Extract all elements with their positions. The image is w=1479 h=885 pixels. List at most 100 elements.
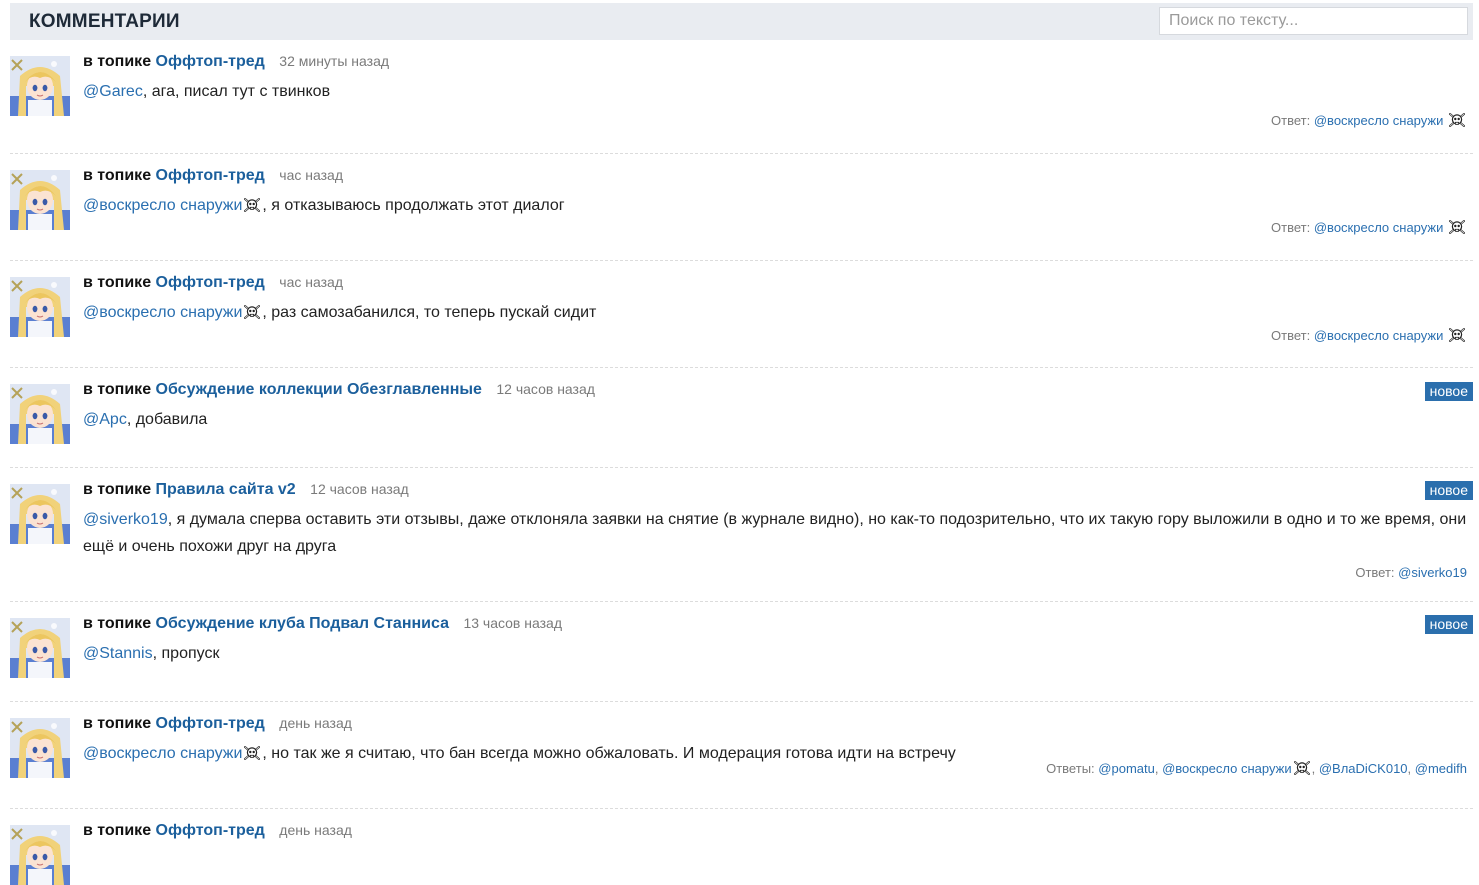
reply-label: Ответ: xyxy=(1271,113,1311,128)
reply-link[interactable]: @воскресло снаружи xyxy=(1314,113,1444,128)
new-badge: новое xyxy=(1424,481,1473,500)
user-mention[interactable]: @воскресло снаружи xyxy=(83,304,242,321)
user-mention[interactable]: @Garec xyxy=(83,83,143,100)
avatar[interactable] xyxy=(10,384,70,444)
skull-icon xyxy=(244,302,261,329)
in-topic-label: в топике xyxy=(83,481,152,498)
reply-link[interactable]: @ВлаDiCK010 xyxy=(1319,761,1408,776)
reply-label: Ответ: xyxy=(1271,328,1311,343)
comment-text: @Арс, добавила xyxy=(83,406,1469,433)
comment-item: в топике Обсуждение коллекции Обезглавле… xyxy=(10,368,1473,468)
comment-text-body: , но так же я считаю, что бан всегда мож… xyxy=(262,745,956,762)
comment-item: в топике Оффтоп-тред 32 минуты назад @Ga… xyxy=(10,40,1473,154)
topic-link[interactable]: Оффтоп-тред xyxy=(156,53,265,70)
avatar[interactable] xyxy=(10,277,70,337)
comment-text-body: , я думала сперва оставить эти отзывы, д… xyxy=(83,511,1467,555)
comment-header: в топике Оффтоп-тред день назад xyxy=(83,822,352,840)
topic-link[interactable]: Оффтоп-тред xyxy=(156,274,265,291)
replies: Ответ: @воскресло снаружи xyxy=(1271,327,1467,346)
reply-label: Ответ: xyxy=(1355,565,1395,580)
comment-text-body: , я отказываюсь продолжать этот диалог xyxy=(262,197,565,214)
comment-item: в топике Обсуждение клуба Подвал Станнис… xyxy=(10,602,1473,702)
user-mention[interactable]: @воскресло снаружи xyxy=(83,197,242,214)
comment-text-body: , пропуск xyxy=(152,645,220,662)
new-badge: новое xyxy=(1424,382,1473,401)
comment-text: @воскресло снаружи , я отказываюсь продо… xyxy=(83,192,1469,222)
reply-label: Ответ: xyxy=(1271,220,1311,235)
skull-icon xyxy=(1293,760,1310,779)
replies: Ответ: @воскресло снаружи xyxy=(1271,219,1467,238)
in-topic-label: в топике xyxy=(83,822,152,839)
in-topic-label: в топике xyxy=(83,715,152,732)
avatar[interactable] xyxy=(10,825,70,885)
skull-icon xyxy=(244,195,261,222)
comment-header: в топике Оффтоп-тред день назад xyxy=(83,715,352,733)
comment-item: в топике Правила сайта v2 12 часов назад… xyxy=(10,468,1473,602)
skull-icon xyxy=(1449,327,1465,346)
comment-text-body: , ага, писал тут с твинков xyxy=(142,83,331,100)
avatar[interactable] xyxy=(10,618,70,678)
reply-link[interactable]: @pomatu xyxy=(1098,761,1155,776)
comments-header: КОММЕНТАРИИ xyxy=(10,3,1473,40)
replies: Ответы: @pomatu, @воскресло снаружи , @В… xyxy=(1046,760,1467,779)
comment-list: в топике Оффтоп-тред 32 минуты назад @Ga… xyxy=(10,40,1473,885)
topic-link[interactable]: Обсуждение коллекции Обезглавленные xyxy=(156,381,482,398)
reply-link[interactable]: @medifh xyxy=(1415,761,1467,776)
page-title: КОММЕНТАРИИ xyxy=(29,11,180,32)
comment-time[interactable]: час назад xyxy=(279,167,343,183)
comment-item: в топике Оффтоп-тред день назад @воскрес… xyxy=(10,702,1473,809)
reply-label: Ответы: xyxy=(1046,761,1095,776)
comment-header: в топике Обсуждение клуба Подвал Станнис… xyxy=(83,615,562,633)
comment-time[interactable]: 13 часов назад xyxy=(463,615,562,631)
comment-text-body: , раз самозабанился, то теперь пускай си… xyxy=(262,304,597,321)
avatar[interactable] xyxy=(10,170,70,230)
user-mention[interactable]: @Stannis xyxy=(83,645,153,662)
comment-text-body: , добавила xyxy=(126,411,208,428)
comment-time[interactable]: 12 часов назад xyxy=(310,481,409,497)
reply-link[interactable]: @воскресло снаружи xyxy=(1314,328,1444,343)
comment-time[interactable]: день назад xyxy=(279,822,352,838)
new-badge: новое xyxy=(1424,615,1473,634)
avatar[interactable] xyxy=(10,484,70,544)
replies: Ответ: @воскресло снаружи xyxy=(1271,112,1467,131)
user-mention[interactable]: @Арс xyxy=(83,411,127,428)
search-input[interactable] xyxy=(1159,7,1468,35)
comment-text: @воскресло снаружи , раз самозабанился, … xyxy=(83,299,1469,329)
comment-header: в топике Оффтоп-тред час назад xyxy=(83,274,343,292)
skull-icon xyxy=(244,743,261,770)
user-mention[interactable]: @siverko19 xyxy=(83,511,168,528)
comment-text: @Stannis, пропуск xyxy=(83,640,1469,667)
avatar[interactable] xyxy=(10,56,70,116)
in-topic-label: в топике xyxy=(83,274,152,291)
in-topic-label: в топике xyxy=(83,167,152,184)
comment-item: в топике Оффтоп-тред час назад @воскресл… xyxy=(10,154,1473,261)
user-mention[interactable]: @воскресло снаружи xyxy=(83,745,242,762)
comment-item: в топике Оффтоп-тред час назад @воскресл… xyxy=(10,261,1473,368)
topic-link[interactable]: Оффтоп-тред xyxy=(156,822,265,839)
replies: Ответ: @siverko19 xyxy=(1355,565,1467,580)
comment-header: в топике Правила сайта v2 12 часов назад xyxy=(83,481,409,499)
in-topic-label: в топике xyxy=(83,381,152,398)
comment-header: в топике Оффтоп-тред час назад xyxy=(83,167,343,185)
comment-header: в топике Оффтоп-тред 32 минуты назад xyxy=(83,53,389,71)
in-topic-label: в топике xyxy=(83,53,152,70)
comment-time[interactable]: час назад xyxy=(279,274,343,290)
comment-text: @Garec, ага, писал тут с твинков xyxy=(83,78,1469,105)
topic-link[interactable]: Оффтоп-тред xyxy=(156,715,265,732)
reply-link[interactable]: @siverko19 xyxy=(1398,565,1467,580)
topic-link[interactable]: Правила сайта v2 xyxy=(156,481,296,498)
comment-text: @siverko19, я думала сперва оставить эти… xyxy=(83,506,1469,560)
avatar[interactable] xyxy=(10,718,70,778)
comment-time[interactable]: 12 часов назад xyxy=(496,381,595,397)
comment-time[interactable]: 32 минуты назад xyxy=(279,53,389,69)
comment-time[interactable]: день назад xyxy=(279,715,352,731)
reply-link[interactable]: @воскресло снаружи xyxy=(1162,761,1292,776)
topic-link[interactable]: Обсуждение клуба Подвал Станниса xyxy=(156,615,449,632)
reply-link[interactable]: @воскресло снаружи xyxy=(1314,220,1444,235)
comment-header: в топике Обсуждение коллекции Обезглавле… xyxy=(83,381,595,399)
skull-icon xyxy=(1449,219,1465,238)
in-topic-label: в топике xyxy=(83,615,152,632)
topic-link[interactable]: Оффтоп-тред xyxy=(156,167,265,184)
skull-icon xyxy=(1449,112,1465,131)
comment-item: в топике Оффтоп-тред день назад xyxy=(10,809,1473,885)
